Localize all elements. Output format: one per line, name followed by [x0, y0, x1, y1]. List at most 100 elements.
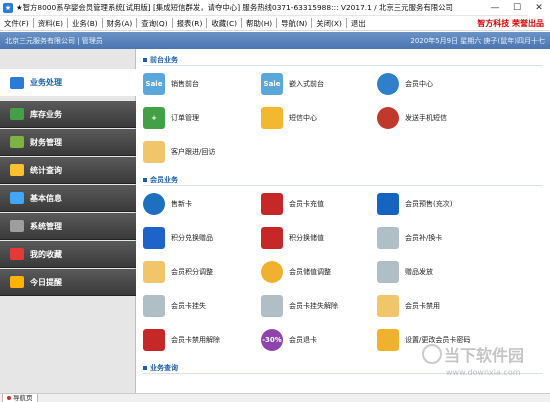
function-tile[interactable]: -30% 会员退卡	[261, 327, 379, 353]
function-tile[interactable]: 发送手机短信	[377, 105, 495, 131]
tile-label: 嵌入式前台	[289, 80, 324, 88]
tile-label: 订单管理	[171, 114, 199, 122]
minimize-button[interactable]: —	[484, 0, 506, 16]
function-tile[interactable]: 会员卡禁用解除	[143, 327, 261, 353]
sidebar-item-label: 财务管理	[30, 137, 62, 147]
watermark-title: 当下软件园	[444, 346, 525, 365]
sidebar-item[interactable]: 我的收藏	[0, 241, 136, 268]
sale-icon: Sale	[143, 73, 165, 95]
tile-label: 积分换储值	[289, 234, 324, 242]
nav-page-tab-label: 导航页	[13, 394, 33, 402]
section-title-label: 前台业务	[150, 56, 178, 64]
tile-label: 会员卡挂失解除	[289, 302, 338, 310]
window-title: ★智方8000系孕婴会员管理系统[试用版] [集成短信群发，请夺中心] 服务热线…	[16, 3, 453, 12]
inventory-icon	[10, 108, 24, 120]
folder-icon	[143, 141, 165, 163]
menu-data[interactable]: 资料(E)	[34, 18, 67, 29]
phone-icon	[261, 227, 283, 249]
section-divider	[143, 65, 543, 66]
bullet-icon	[143, 178, 147, 182]
section-title: 业务查询	[143, 363, 178, 373]
sidebar: 业务处理库存业务财务管理统计查询基本信息系统管理我的收藏 今日提醒	[0, 49, 136, 393]
tab-icon	[7, 396, 11, 400]
menu-favorites[interactable]: 收藏(C)	[207, 18, 241, 29]
search-doc-icon	[261, 295, 283, 317]
search-doc-icon	[377, 261, 399, 283]
function-tile[interactable]: + 订单管理	[143, 105, 261, 131]
function-tile[interactable]: 会员积分调整	[143, 259, 261, 285]
sidebar-item[interactable]: 库存业务	[0, 101, 136, 128]
members-icon	[377, 73, 399, 95]
window-controls: — ☐ ✕	[484, 0, 550, 16]
mail-icon	[261, 107, 283, 129]
watermark-url: www.downxia.com	[446, 368, 521, 377]
section-title-label: 业务查询	[150, 364, 178, 372]
menu-exit[interactable]: 退出	[347, 18, 370, 29]
section-divider	[143, 185, 543, 186]
plus-icon: +	[143, 107, 165, 129]
section-title: 会员业务	[143, 175, 178, 185]
tile-label: 会员卡禁用解除	[171, 336, 220, 344]
close-button[interactable]: ✕	[528, 0, 550, 16]
menu-bar: 文件(F) 资料(E) 业务(B) 财务(A) 查询(Q) 报表(R) 收藏(C…	[0, 16, 550, 31]
function-tile[interactable]: 短信中心	[261, 105, 379, 131]
function-tile[interactable]: 积分换储值	[261, 225, 379, 251]
sidebar-item[interactable]: 统计查询	[0, 157, 136, 184]
sidebar-item-label: 统计查询	[30, 165, 62, 175]
tile-label: 积分兑换赠品	[171, 234, 213, 242]
star-icon	[261, 193, 283, 215]
menu-finance[interactable]: 财务(A)	[103, 18, 137, 29]
function-tile[interactable]: 会员卡挂失解除	[261, 293, 379, 319]
info-icon	[10, 192, 24, 204]
tile-label: 赠品发放	[405, 268, 433, 276]
home-icon	[143, 227, 165, 249]
menu-navigation[interactable]: 导航(N)	[277, 18, 311, 29]
function-tile[interactable]: 会员卡挂失	[143, 293, 261, 319]
tile-label: 会员补/换卡	[405, 234, 443, 242]
sidebar-item-label: 业务处理	[30, 78, 62, 87]
menu-file[interactable]: 文件(F)	[0, 18, 33, 29]
chart-icon	[377, 329, 399, 351]
function-tile[interactable]: 会员储值调整	[261, 259, 379, 285]
function-tile[interactable]: 会员补/换卡	[377, 225, 495, 251]
nav-page-tab[interactable]: 导航页	[2, 394, 38, 402]
tile-label: 会员卡充值	[289, 200, 324, 208]
info-bar: 北京三元服务有限公司 | 管理员 2020年5月9日 星期六 庚子(鼠年)四月十…	[0, 32, 550, 49]
section-title: 前台业务	[143, 55, 178, 65]
function-tile[interactable]: Sale 销售前台	[143, 71, 261, 97]
person-icon	[377, 107, 399, 129]
function-tile[interactable]: Sale 嵌入式前台	[261, 71, 379, 97]
maximize-button[interactable]: ☐	[506, 0, 528, 16]
sidebar-item[interactable]: 基本信息	[0, 185, 136, 212]
function-tile[interactable]: 赠品发放	[377, 259, 495, 285]
function-tile[interactable]: 会员卡禁用	[377, 293, 495, 319]
tile-label: 会员预售(充次)	[405, 200, 453, 208]
menu-query[interactable]: 查询(Q)	[137, 18, 171, 29]
sidebar-item[interactable]: 财务管理	[0, 129, 136, 156]
menu-help[interactable]: 帮助(H)	[242, 18, 276, 29]
system-icon	[10, 220, 24, 232]
watermark-logo	[422, 344, 442, 364]
menu-report[interactable]: 报表(R)	[173, 18, 207, 29]
reminder-icon	[10, 276, 24, 288]
sidebar-item[interactable]: 业务处理	[0, 69, 136, 96]
sidebar-item[interactable]: 今日提醒	[0, 269, 136, 296]
function-tile[interactable]: 会员预售(充次)	[377, 191, 495, 217]
menu-business[interactable]: 业务(B)	[68, 18, 102, 29]
function-tile[interactable]: 积分兑换赠品	[143, 225, 261, 251]
tile-label: 客户跟进/回访	[171, 148, 216, 156]
sidebar-item-label: 系统管理	[30, 221, 62, 231]
favorites-icon	[10, 248, 24, 260]
function-tile[interactable]: 售新卡	[143, 191, 261, 217]
menu-close[interactable]: 关闭(X)	[312, 18, 346, 29]
sidebar-item-label: 基本信息	[30, 193, 62, 203]
tile-label: 销售前台	[171, 80, 199, 88]
tile-label: 会员退卡	[289, 336, 317, 344]
function-tile[interactable]: 会员卡充值	[261, 191, 379, 217]
sidebar-item[interactable]: 系统管理	[0, 213, 136, 240]
function-tile[interactable]: 客户跟进/回访	[143, 139, 261, 165]
sidebar-item-label: 库存业务	[30, 109, 62, 119]
brand-label: 智方科技 荣誉出品	[477, 18, 544, 28]
tile-label: 短信中心	[289, 114, 317, 122]
function-tile[interactable]: 会员中心	[377, 71, 495, 97]
